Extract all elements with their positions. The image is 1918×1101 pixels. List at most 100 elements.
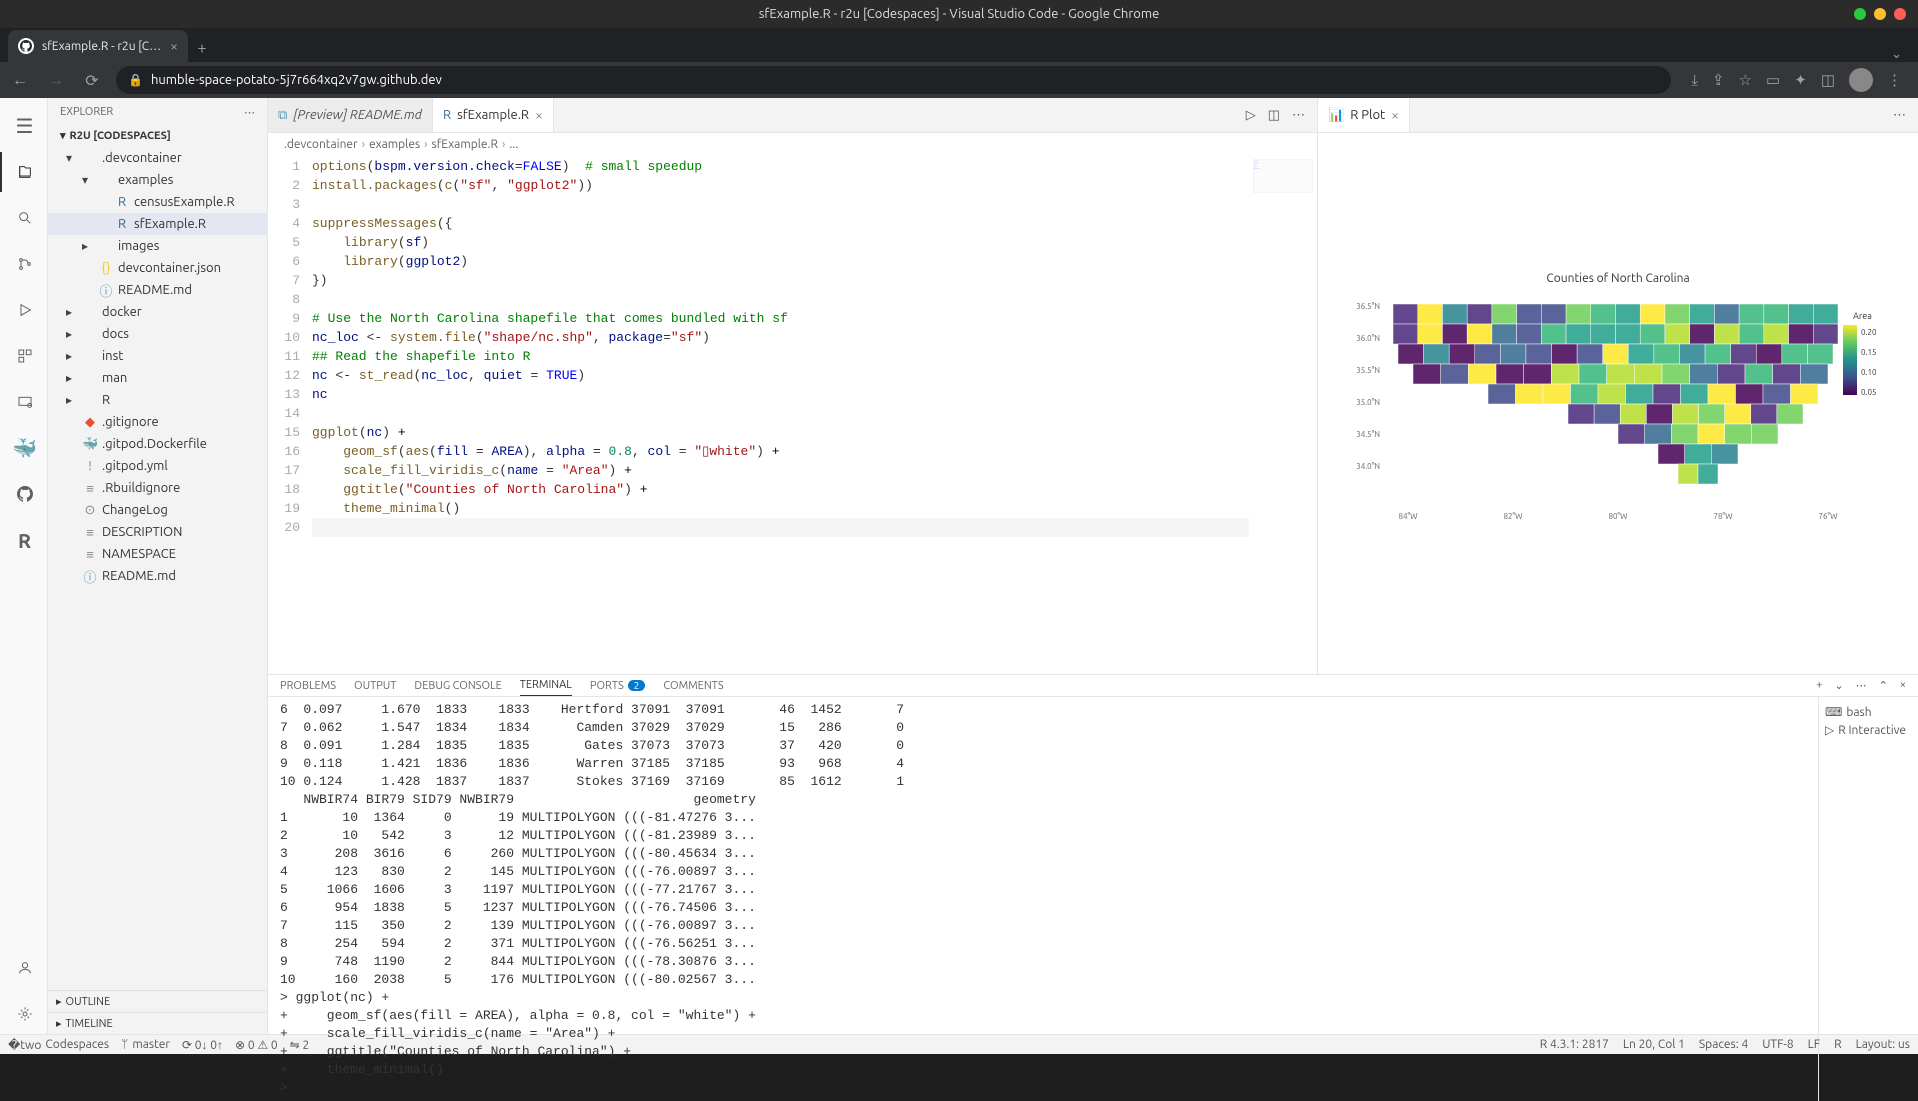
share-icon[interactable]: ⇪: [1712, 71, 1725, 89]
status-ports[interactable]: ⇋ 2: [290, 1038, 310, 1052]
chrome-omnibox[interactable]: 🔒 humble-space-potato-5j7r664xq2v7gw.git…: [116, 66, 1671, 94]
breadcrumb[interactable]: .devcontainer›examples›sfExample.R›...: [268, 133, 1317, 155]
tab-rplot[interactable]: 📊 R Plot ×: [1318, 98, 1410, 132]
debug-icon[interactable]: [0, 290, 48, 330]
docker-activity-icon[interactable]: 🐳: [0, 428, 48, 468]
tab-output[interactable]: OUTPUT: [354, 676, 396, 696]
sidepanel-icon[interactable]: ◫: [1821, 71, 1835, 89]
account-icon[interactable]: [0, 948, 48, 988]
tab-problems[interactable]: PROBLEMS: [280, 676, 336, 696]
tab-sfexample[interactable]: R sfExample.R ×: [433, 98, 554, 132]
svg-text:36.5°N: 36.5°N: [1356, 302, 1380, 311]
term-bash[interactable]: ⌨bash: [1825, 703, 1912, 721]
file-tree-item[interactable]: ≡.Rbuildignore: [48, 477, 267, 499]
status-item[interactable]: Spaces: 4: [1699, 1038, 1748, 1051]
file-tree-item[interactable]: RcensusExample.R: [48, 191, 267, 213]
chrome-new-tab[interactable]: +: [188, 34, 216, 62]
minimap[interactable]: ▬▬▬▬▬▬▬▬▬▬▬▬▬▬▬▬▬: [1253, 159, 1313, 193]
tab-ports[interactable]: PORTS2: [590, 676, 646, 696]
file-tree-item[interactable]: ▸inst: [48, 345, 267, 367]
term-r[interactable]: ▷R Interactive: [1825, 721, 1912, 739]
file-tree-item[interactable]: ◆.gitignore: [48, 411, 267, 433]
tab-readme[interactable]: ⧉ [Preview] README.md: [268, 98, 433, 132]
settings-icon[interactable]: [0, 994, 48, 1034]
file-tree-item[interactable]: {}devcontainer.json: [48, 257, 267, 279]
tab-close[interactable]: ×: [535, 107, 543, 123]
status-item[interactable]: R: [1834, 1038, 1842, 1051]
install-icon[interactable]: ⤓: [1691, 71, 1698, 89]
search-icon[interactable]: [0, 198, 48, 238]
outline-section[interactable]: ▸OUTLINE: [48, 990, 267, 1012]
window-minimize[interactable]: [1854, 8, 1866, 20]
plot-tab-close[interactable]: ×: [1391, 107, 1399, 123]
file-tree-item[interactable]: 🐳.gitpod.Dockerfile: [48, 433, 267, 455]
chrome-reload[interactable]: ⟳: [80, 71, 104, 90]
panel-more[interactable]: ⋯: [1856, 679, 1867, 692]
panel-close[interactable]: ×: [1900, 679, 1906, 692]
terminal-new[interactable]: +: [1816, 679, 1822, 692]
star-icon[interactable]: ☆: [1739, 71, 1752, 89]
explorer-icon[interactable]: [0, 152, 48, 192]
github-activity-icon[interactable]: [0, 474, 48, 514]
chrome-tab-close[interactable]: ×: [170, 38, 178, 54]
chrome-menu[interactable]: ⋮: [1887, 71, 1902, 89]
status-sync[interactable]: ⟳ 0↓ 0↑: [182, 1038, 223, 1052]
file-tree-item[interactable]: ▸images: [48, 235, 267, 257]
chrome-dropdown[interactable]: ⌄: [1891, 47, 1902, 62]
panel-maximize[interactable]: ⌃: [1879, 679, 1888, 692]
file-tree-item[interactable]: ≡DESCRIPTION: [48, 521, 267, 543]
editor-more[interactable]: ⋯: [1292, 108, 1305, 123]
r-activity-icon[interactable]: R: [0, 520, 48, 560]
source-control-icon[interactable]: [0, 244, 48, 284]
file-tree-item[interactable]: ▸R: [48, 389, 267, 411]
window-maximize[interactable]: [1874, 8, 1886, 20]
media-icon[interactable]: ▭: [1766, 71, 1780, 89]
status-item[interactable]: UTF-8: [1762, 1038, 1793, 1051]
explorer-more[interactable]: ⋯: [244, 106, 255, 119]
extensions-icon[interactable]: ✦: [1794, 71, 1807, 89]
tab-debug-console[interactable]: DEBUG CONSOLE: [414, 676, 501, 696]
file-tree-item[interactable]: ▸docs: [48, 323, 267, 345]
file-tree-item[interactable]: ⓘREADME.md: [48, 565, 267, 587]
file-tree-item[interactable]: ▾examples: [48, 169, 267, 191]
file-tree-item[interactable]: ≡NAMESPACE: [48, 543, 267, 565]
svg-text:0.05: 0.05: [1861, 388, 1877, 397]
svg-text:35.0°N: 35.0°N: [1356, 398, 1380, 407]
status-item[interactable]: Layout: us: [1856, 1038, 1910, 1051]
timeline-section[interactable]: ▸TIMELINE: [48, 1012, 267, 1034]
status-errors[interactable]: ⊗ 0 ⚠ 0: [235, 1038, 278, 1052]
remote-icon[interactable]: [0, 382, 48, 422]
file-tree-item[interactable]: ▸docker: [48, 301, 267, 323]
code-content[interactable]: options(bspm.version.check=FALSE) # smal…: [312, 155, 1249, 674]
file-tree-item[interactable]: ⊙ChangeLog: [48, 499, 267, 521]
status-item[interactable]: LF: [1808, 1038, 1820, 1051]
tab-comments[interactable]: COMMENTS: [663, 676, 723, 696]
chrome-avatar[interactable]: [1849, 68, 1873, 92]
file-tree-item[interactable]: ⓘREADME.md: [48, 279, 267, 301]
sidebar-root[interactable]: ▾R2U [CODESPACES]: [48, 126, 267, 145]
window-close[interactable]: [1894, 8, 1906, 20]
chrome-forward[interactable]: →: [44, 71, 68, 90]
file-tree-item[interactable]: RsfExample.R: [48, 213, 267, 235]
tab-terminal[interactable]: TERMINAL: [520, 675, 572, 696]
status-item[interactable]: Ln 20, Col 1: [1623, 1038, 1685, 1051]
plot-more[interactable]: ⋯: [1893, 108, 1906, 123]
status-item[interactable]: R 4.3.1: 2817: [1540, 1038, 1609, 1051]
file-tree-item[interactable]: ▾.devcontainer: [48, 147, 267, 169]
chart-icon: 📊: [1328, 108, 1344, 123]
chrome-tab-strip: sfExample.R - r2u [Codes × + ⌄: [0, 28, 1918, 62]
window-title: sfExample.R - r2u [Codespaces] - Visual …: [759, 7, 1160, 21]
menu-icon[interactable]: ☰: [0, 106, 48, 146]
status-codespaces[interactable]: �two Codespaces: [8, 1038, 109, 1052]
run-icon[interactable]: ▷: [1246, 108, 1256, 123]
plot-tabs: 📊 R Plot × ⋯: [1318, 98, 1918, 133]
file-tree-item[interactable]: !.gitpod.yml: [48, 455, 267, 477]
chrome-tab[interactable]: sfExample.R - r2u [Codes ×: [8, 30, 188, 62]
extensions-activity-icon[interactable]: [0, 336, 48, 376]
status-branch[interactable]: ᛘ master: [121, 1038, 170, 1051]
code-editor[interactable]: 1234567891011121314151617181920 options(…: [268, 155, 1317, 674]
chrome-back[interactable]: ←: [8, 71, 32, 90]
split-icon[interactable]: ◫: [1268, 108, 1280, 123]
terminal-dropdown[interactable]: ⌄: [1834, 679, 1843, 692]
file-tree-item[interactable]: ▸man: [48, 367, 267, 389]
